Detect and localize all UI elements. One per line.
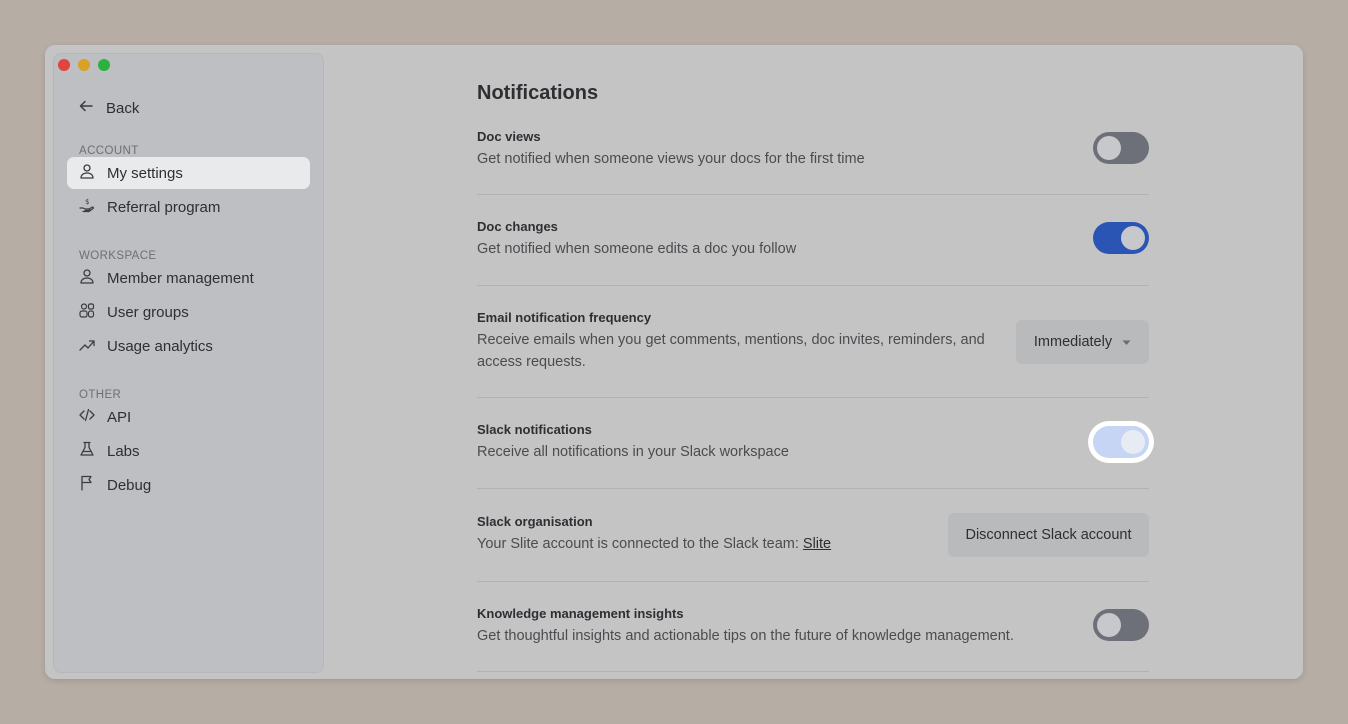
description-text: Your Slite account is connected to the S… [477, 536, 799, 552]
setting-label: Doc views [477, 129, 541, 144]
setting-label: Slack notifications [477, 422, 592, 437]
description-line: access requests. [477, 354, 586, 370]
sidebar-item-user-groups[interactable]: User groups [67, 296, 310, 328]
minimize-window-button[interactable] [78, 59, 90, 71]
setting-label: Slack organisation [477, 514, 593, 529]
sidebar-item-referral-program[interactable]: $ Referral program [67, 191, 310, 223]
setting-label: Doc changes [477, 219, 558, 234]
users-group-icon [79, 302, 95, 322]
maximize-window-button[interactable] [98, 59, 110, 71]
settings-window: Back ACCOUNT My settings $ Referral prog… [45, 45, 1303, 679]
slack-notifications-toggle[interactable] [1093, 426, 1149, 458]
km-insights-toggle[interactable] [1093, 609, 1149, 641]
setting-description: Get thoughtful insights and actionable t… [477, 628, 1014, 644]
back-label: Back [106, 99, 140, 117]
code-icon [79, 407, 95, 427]
sidebar-item-my-settings[interactable]: My settings [67, 157, 310, 189]
sidebar-item-debug[interactable]: Debug [67, 469, 310, 501]
toggle-knob [1097, 136, 1121, 160]
setting-row-doc-changes: Doc changes Get notified when someone ed… [477, 219, 1149, 286]
user-icon [79, 268, 95, 288]
arrow-left-icon [78, 98, 94, 118]
select-value: Immediately [1033, 334, 1113, 350]
setting-row-doc-views: Doc views Get notified when someone view… [477, 129, 1149, 195]
toggle-knob [1121, 430, 1145, 454]
toggle-knob [1121, 226, 1145, 250]
setting-description: Your Slite account is connected to the S… [477, 533, 831, 555]
setting-description: Get notified when someone edits a doc yo… [477, 241, 797, 257]
setting-row-slack-notifications: Slack notifications Receive all notifica… [477, 422, 1149, 489]
sidebar-item-label: API [107, 408, 132, 426]
sidebar-item-label: Member management [107, 269, 254, 287]
setting-description: Get notified when someone views your doc… [477, 151, 865, 167]
close-window-button[interactable] [58, 59, 70, 71]
setting-label: Knowledge management insights [477, 606, 684, 621]
sidebar-item-labs[interactable]: Labs [67, 435, 310, 467]
doc-views-toggle[interactable] [1093, 132, 1149, 164]
setting-row-km-insights: Knowledge management insights Get though… [477, 606, 1149, 672]
description-line: Receive emails when you get comments, me… [477, 332, 985, 348]
section-title-other: OTHER [79, 389, 122, 401]
page-title: Notifications [477, 82, 599, 104]
sidebar-item-label: Debug [107, 476, 152, 494]
setting-label: Email notification frequency [477, 310, 652, 325]
email-frequency-select[interactable]: Immediately [1016, 320, 1149, 364]
setting-description: Receive emails when you get comments, me… [477, 329, 997, 373]
sidebar-item-label: My settings [107, 164, 183, 182]
sidebar-item-usage-analytics[interactable]: Usage analytics [67, 330, 310, 362]
setting-row-slack-organisation: Slack organisation Your Slite account is… [477, 513, 1149, 582]
disconnect-slack-button[interactable]: Disconnect Slack account [948, 513, 1149, 557]
hand-coin-icon: $ [79, 197, 95, 217]
doc-changes-toggle[interactable] [1093, 222, 1149, 254]
sidebar-item-api[interactable]: API [67, 401, 310, 433]
settings-sidebar: Back ACCOUNT My settings $ Referral prog… [53, 53, 324, 673]
toggle-knob [1097, 613, 1121, 637]
back-button[interactable]: Back [78, 98, 139, 118]
section-title-workspace: WORKSPACE [79, 250, 157, 262]
user-icon [79, 163, 95, 183]
caret-down-icon [1122, 334, 1131, 350]
sidebar-item-label: User groups [107, 303, 189, 321]
sidebar-item-label: Usage analytics [107, 337, 213, 355]
sidebar-item-member-management[interactable]: Member management [67, 262, 310, 294]
sidebar-item-label: Labs [107, 442, 140, 460]
trending-up-icon [79, 336, 95, 356]
flag-icon [79, 475, 95, 495]
setting-row-email-frequency: Email notification frequency Receive ema… [477, 310, 1149, 398]
flask-icon [79, 441, 95, 461]
sidebar-item-label: Referral program [107, 198, 221, 216]
section-title-account: ACCOUNT [79, 145, 139, 157]
setting-description: Receive all notifications in your Slack … [477, 444, 789, 460]
window-controls [58, 59, 110, 71]
svg-text:$: $ [85, 198, 89, 206]
slack-team-link[interactable]: Slite [803, 536, 831, 552]
